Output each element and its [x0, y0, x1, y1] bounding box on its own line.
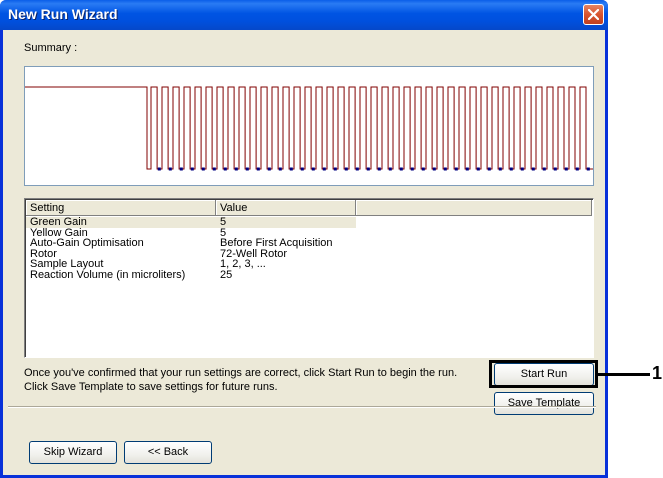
acquisition-marker — [454, 167, 458, 171]
acquisition-marker — [201, 167, 205, 171]
skip-wizard-label: Skip Wizard — [43, 446, 103, 458]
acquisition-marker — [377, 167, 381, 171]
acquisition-marker — [531, 167, 535, 171]
acquisition-marker — [443, 167, 447, 171]
skip-wizard-button[interactable]: Skip Wizard — [29, 441, 117, 464]
acquisition-marker — [256, 167, 260, 171]
value-cell: 1, 2, 3, ... — [220, 258, 266, 270]
acquisition-marker — [245, 167, 249, 171]
back-label: << Back — [147, 446, 189, 458]
setting-cell: Sample Layout — [30, 258, 104, 270]
footer-divider — [8, 406, 596, 408]
grid-header: Setting Value — [26, 200, 592, 216]
start-run-highlight — [489, 360, 598, 388]
profile-line — [25, 86, 593, 170]
acquisition-marker — [212, 167, 216, 171]
acquisition-marker — [586, 167, 590, 171]
acquisition-marker — [289, 167, 293, 171]
acquisition-marker — [498, 167, 502, 171]
acquisition-marker — [399, 167, 403, 171]
acquisition-marker — [487, 167, 491, 171]
value-cell: 5 — [220, 216, 227, 228]
acquisition-marker — [190, 167, 194, 171]
profile-chart — [25, 86, 593, 171]
acquisition-marker — [553, 167, 557, 171]
value-cell: Before First Acquisition — [220, 237, 333, 249]
acquisition-marker — [509, 167, 513, 171]
setting-cell: Auto-Gain Optimisation — [30, 237, 144, 249]
close-icon — [588, 9, 599, 20]
callout-line — [598, 373, 650, 376]
acquisition-marker — [465, 167, 469, 171]
acquisition-marker — [476, 167, 480, 171]
window-title: New Run Wizard — [8, 6, 118, 22]
acquisition-marker — [333, 167, 337, 171]
back-button[interactable]: << Back — [124, 441, 212, 464]
acquisition-marker — [355, 167, 359, 171]
summary-label: Summary : — [24, 42, 78, 54]
acquisition-marker — [388, 167, 392, 171]
grid-rows: Green Gain 5 Yellow Gain 5 Auto-Gain Opt… — [26, 217, 356, 280]
value-cell: 25 — [220, 268, 233, 281]
acquisition-marker — [520, 167, 524, 171]
table-row[interactable]: Reaction Volume (in microliters) 25 — [26, 268, 356, 281]
callout-number: 1 — [652, 363, 663, 383]
acquisition-marker — [432, 167, 436, 171]
column-header-setting[interactable]: Setting — [26, 200, 216, 216]
column-header-value[interactable]: Value — [216, 200, 356, 216]
table-row[interactable]: Auto-Gain Optimisation Before First Acqu… — [26, 238, 356, 249]
acquisition-marker — [234, 167, 238, 171]
acquisition-marker — [322, 167, 326, 171]
table-row[interactable]: Sample Layout 1, 2, 3, ... — [26, 259, 356, 270]
save-template-button[interactable]: Save Template — [494, 392, 594, 415]
column-header-extra[interactable] — [356, 200, 592, 216]
acquisition-marker — [267, 167, 271, 171]
setting-cell: Reaction Volume (in microliters) — [30, 268, 186, 281]
acquisition-marker — [311, 167, 315, 171]
acquisition-marker — [157, 167, 161, 171]
acquisition-marker — [168, 167, 172, 171]
acquisition-marker — [223, 167, 227, 171]
settings-grid[interactable]: Setting Value Green Gain 5 Yellow Gain 5… — [24, 198, 594, 358]
instruction-text: Once you've confirmed that your run sett… — [24, 367, 458, 393]
title-bar[interactable]: New Run Wizard — [0, 0, 608, 30]
acquisition-marker — [300, 167, 304, 171]
temperature-profile-graph — [24, 66, 594, 186]
acquisition-marker — [410, 167, 414, 171]
table-row[interactable]: Green Gain 5 — [26, 217, 356, 228]
acquisition-marker — [564, 167, 568, 171]
acquisition-marker — [421, 167, 425, 171]
acquisition-marker — [278, 167, 282, 171]
acquisition-marker — [344, 167, 348, 171]
acquisition-marker — [366, 167, 370, 171]
acquisition-marker — [179, 167, 183, 171]
acquisition-marker — [575, 167, 579, 171]
setting-cell: Green Gain — [30, 216, 87, 228]
close-button[interactable] — [583, 4, 604, 25]
acquisition-marker — [542, 167, 546, 171]
